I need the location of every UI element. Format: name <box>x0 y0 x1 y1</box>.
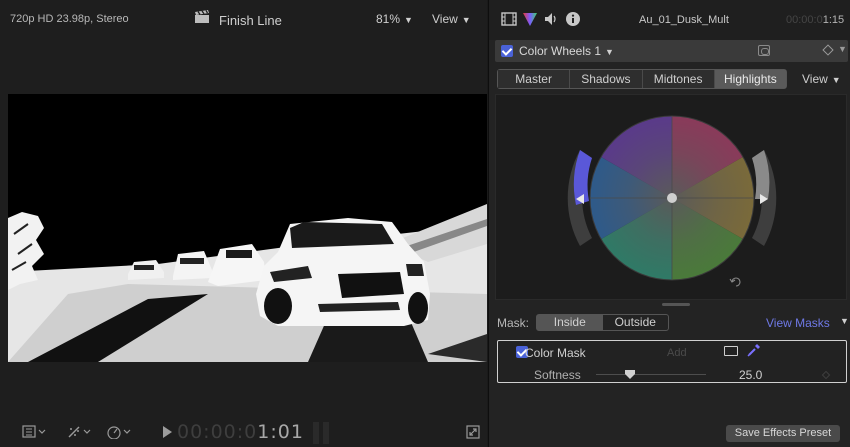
color-wheel[interactable] <box>496 95 846 299</box>
mask-shape-icon[interactable] <box>724 346 738 356</box>
viewer-header: 720p HD 23.98p, Stereo Finish Line 81% ▼ … <box>0 0 487 40</box>
chevron-down-icon: ▼ <box>404 15 413 25</box>
view-masks-link[interactable]: View Masks <box>766 316 830 330</box>
view-label: View <box>432 12 458 26</box>
timecode-bright: 1:01 <box>257 421 304 443</box>
tab-highlights[interactable]: Highlights <box>714 70 786 88</box>
softness-knob[interactable] <box>625 370 635 379</box>
mask-label: Mask: <box>497 316 530 330</box>
mask-mode-control: Inside Outside <box>536 314 669 331</box>
inspector-timecode: 00:00:01:15 <box>786 14 844 26</box>
keyframe-icon[interactable] <box>822 44 834 56</box>
mask-outside-option[interactable]: Outside <box>603 315 669 330</box>
play-icon[interactable] <box>163 426 172 438</box>
keyframe-icon[interactable] <box>821 370 831 380</box>
softness-value[interactable]: 25.0 <box>739 368 762 382</box>
info-icon[interactable] <box>565 11 581 27</box>
inspector-footer: Save Effects Preset <box>489 419 850 447</box>
color-puck[interactable] <box>667 193 677 203</box>
project-title: Finish Line <box>219 13 282 28</box>
effect-name: Color Wheels 1 <box>519 44 602 58</box>
add-mask-button[interactable]: Add <box>667 347 687 359</box>
video-frame[interactable] <box>8 94 487 362</box>
clapper-icon <box>195 10 209 23</box>
color-mask-label: Color Mask <box>525 346 586 360</box>
timecode-bright: 1:15 <box>822 14 845 26</box>
color-inspector-icon[interactable] <box>522 11 538 27</box>
color-wheel-area <box>495 94 847 300</box>
chevron-down-icon: ▼ <box>831 75 841 85</box>
mask-row: Mask: Inside Outside View Masks ▼ <box>489 311 850 333</box>
mask-inside-option[interactable]: Inside <box>537 315 603 330</box>
color-mask-panel: Color Mask Add Softness 25.0 <box>497 340 847 383</box>
viewer-footer: 00:00:01:01 <box>0 419 487 447</box>
timecode-dim: 00:00:0 <box>786 14 823 26</box>
zoom-value: 81% <box>376 12 401 26</box>
inspector-panel: Au_01_Dusk_Mult 00:00:01:15 Color Wheels… <box>488 0 850 447</box>
fullscreen-icon[interactable] <box>466 425 480 439</box>
reset-icon[interactable] <box>729 277 741 287</box>
color-range-tabs: Master Shadows Midtones Highlights <box>497 69 787 89</box>
tab-master[interactable]: Master <box>498 70 571 88</box>
save-effects-preset-button[interactable]: Save Effects Preset <box>726 425 840 442</box>
clip-name: Au_01_Dusk_Mult <box>639 14 729 26</box>
chevron-down-icon: ▼ <box>605 47 614 57</box>
view-label: View <box>802 72 828 86</box>
video-inspector-icon[interactable] <box>501 11 517 27</box>
viewer-layout-icon[interactable] <box>22 425 48 441</box>
tab-shadows[interactable]: Shadows <box>570 70 643 88</box>
viewer-view-menu[interactable]: View ▼ <box>432 12 471 26</box>
speed-icon[interactable] <box>106 425 134 441</box>
viewer-panel: 720p HD 23.98p, Stereo Finish Line 81% ▼ … <box>0 0 487 447</box>
chevron-down-icon[interactable]: ▼ <box>840 316 849 326</box>
chevron-down-icon[interactable]: ▼ <box>838 44 847 54</box>
panel-resize-handle[interactable] <box>662 303 690 306</box>
zoom-menu[interactable]: 81% ▼ <box>376 12 413 26</box>
tab-midtones[interactable]: Midtones <box>642 70 715 88</box>
format-info: 720p HD 23.98p, Stereo <box>10 13 129 25</box>
video-image <box>8 94 487 362</box>
effect-header: Color Wheels 1 ▼ ▼ <box>495 40 848 62</box>
audio-inspector-icon[interactable] <box>543 11 559 27</box>
chevron-down-icon: ▼ <box>461 15 471 25</box>
timecode-dim: 00:00:0 <box>177 421 258 443</box>
effect-menu[interactable]: Color Wheels 1 ▼ <box>519 44 614 58</box>
softness-slider[interactable] <box>596 374 706 375</box>
audio-meter-bars <box>313 422 335 444</box>
softness-label: Softness <box>534 368 581 382</box>
effect-enable-checkbox[interactable] <box>501 45 513 57</box>
viewer-timecode[interactable]: 00:00:01:01 <box>177 421 304 443</box>
inspector-tab-bar: Au_01_Dusk_Mult 00:00:01:15 <box>489 0 850 40</box>
wheels-view-menu[interactable]: View ▼ <box>802 72 841 86</box>
eyedropper-icon[interactable] <box>747 343 761 357</box>
mask-shape-icon[interactable] <box>758 45 770 56</box>
transform-tools-icon[interactable] <box>66 425 94 441</box>
